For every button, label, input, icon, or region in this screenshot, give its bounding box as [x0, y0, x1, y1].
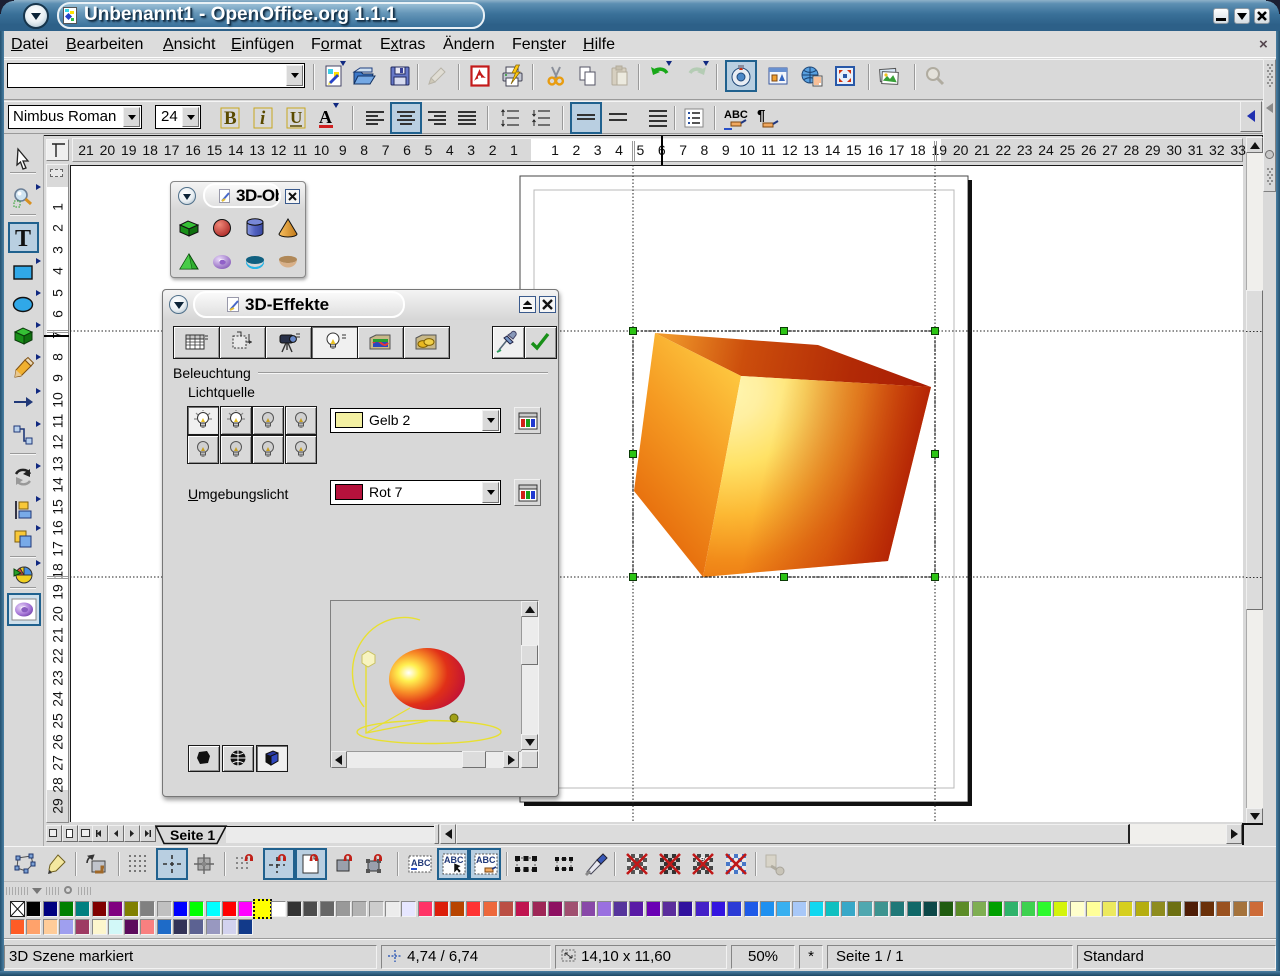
svg-text:U: U: [290, 108, 302, 127]
svg-text:¶: ¶: [757, 107, 765, 124]
svg-text:B: B: [224, 108, 237, 129]
svg-text:i: i: [260, 108, 266, 129]
svg-text:ABC: ABC: [724, 109, 748, 121]
svg-text:ABC: ABC: [411, 858, 431, 868]
svg-text:A: A: [319, 107, 332, 127]
svg-text:ABC: ABC: [476, 855, 496, 865]
svg-text:T: T: [15, 226, 31, 250]
